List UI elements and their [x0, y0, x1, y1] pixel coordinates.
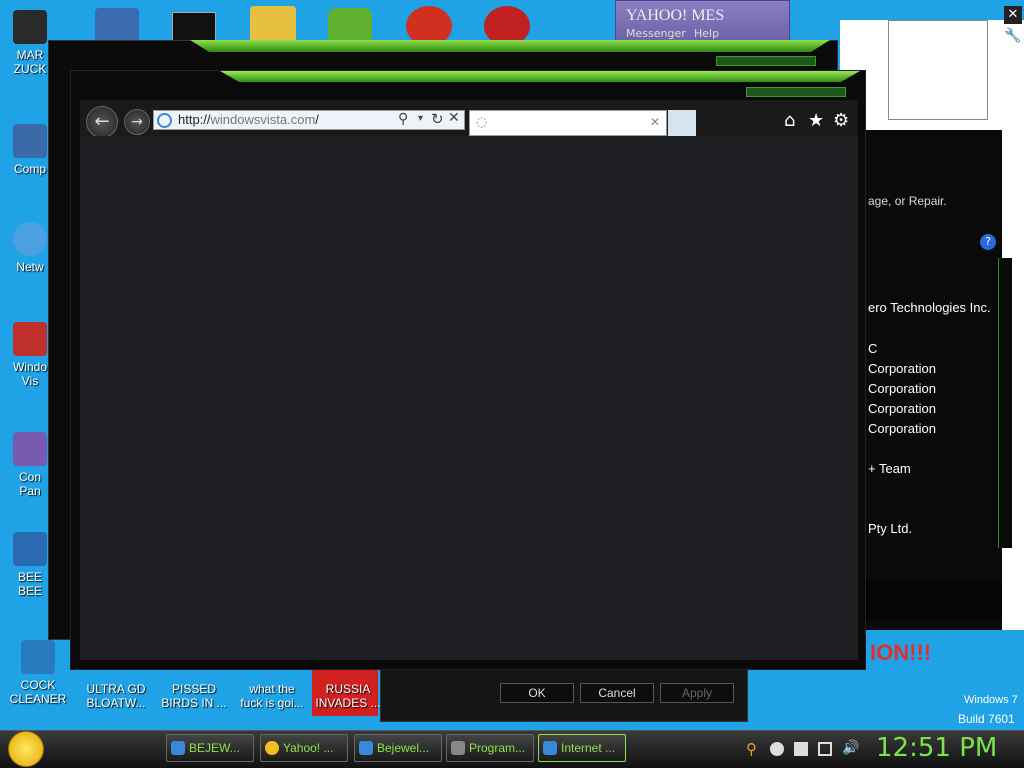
desktop-icon[interactable]: PISSED BIRDS IN ...	[154, 682, 234, 710]
desktop-icon-label: PISSED BIRDS IN ...	[161, 682, 227, 710]
razer-logo	[862, 580, 1002, 620]
desktop-icon-top-3[interactable]	[250, 6, 296, 44]
desktop-icon-label: what the fuck is goi...	[240, 682, 304, 710]
desktop-icon[interactable]: COCK CLEANER	[0, 640, 78, 706]
obama-ad	[888, 20, 988, 120]
windows-version: Windows 7	[964, 694, 1018, 706]
dropdown-arrow-icon[interactable]: ▾	[418, 113, 423, 124]
taskbar-item[interactable]: BEJEW...	[166, 734, 254, 762]
desktop-icon-image	[13, 532, 47, 566]
taskbar-item-label: Yahoo! ...	[283, 741, 334, 755]
desktop-icon-image	[13, 124, 47, 158]
right-app-close-icon[interactable]: ✕	[1004, 6, 1022, 24]
url-prefix: http://	[178, 112, 211, 127]
taskbar-item-label: Internet ...	[561, 741, 616, 755]
vendor-label: Corporation	[868, 361, 936, 376]
vendor-label: C	[868, 341, 878, 356]
desktop-icon-label: COCK CLEANER	[9, 678, 67, 706]
taskbar-item-icon	[543, 741, 557, 755]
taskbar-item-label: BEJEW...	[189, 741, 240, 755]
home-icon[interactable]: ⌂	[784, 110, 795, 131]
taskbar-item-icon	[171, 741, 185, 755]
desktop-icon[interactable]: RUSSIA INVADES ...	[308, 682, 388, 710]
tab-close-icon[interactable]: ✕	[650, 115, 660, 129]
right-app-scrollbar[interactable]	[998, 258, 1012, 548]
desktop-icon[interactable]: what the fuck is goi...	[232, 682, 312, 710]
taskbar-item-label: Program...	[469, 741, 526, 755]
url-suffix: /	[315, 112, 319, 127]
vendor-label: + Team	[868, 461, 911, 476]
right-app-wrench-icon[interactable]: 🔧	[1004, 28, 1022, 46]
apply-button[interactable]: Apply	[660, 683, 734, 703]
desktop-icon[interactable]: ULTRA GD BLOATW...	[76, 682, 156, 710]
browser-tab[interactable]: ◌ ✕	[469, 110, 667, 136]
back-arrow-icon: ←	[94, 111, 110, 132]
right-app-text: age, or Repair.	[868, 194, 947, 208]
taskbar-item[interactable]: Bejewel...	[354, 734, 442, 762]
start-button-smiley-icon[interactable]	[8, 731, 44, 767]
yahoo-title: YAHOO! MES	[626, 7, 725, 24]
tray-flag-icon[interactable]	[794, 742, 808, 756]
yahoo-menu-help[interactable]: Help	[694, 27, 719, 40]
yahoo-messenger-window[interactable]: YAHOO! MES Messenger Help	[615, 0, 790, 44]
windows-build: Build 7601	[958, 712, 1015, 726]
tray-volume-icon[interactable]: 🔊	[842, 740, 859, 756]
loading-icon: ◌	[476, 115, 488, 130]
desktop-icon-image	[13, 222, 47, 256]
forward-arrow-icon: →	[131, 114, 143, 130]
taskbar-item[interactable]: Program...	[446, 734, 534, 762]
desktop-icon-label: ULTRA GD BLOATW...	[86, 682, 146, 710]
url-domain: windowsvista.com	[210, 112, 316, 127]
vendor-label: Corporation	[868, 421, 936, 436]
taskbar-item-icon	[359, 741, 373, 755]
cancel-button[interactable]: Cancel	[580, 683, 654, 703]
desktop-icon-image	[21, 640, 55, 674]
background-window-titlebar	[190, 40, 830, 52]
favorites-star-icon[interactable]: ★	[808, 110, 824, 131]
tray-search-icon[interactable]: ⚲	[746, 740, 757, 758]
taskbar-clock[interactable]: 12:51 PM	[876, 733, 997, 763]
back-button[interactable]: ←	[86, 106, 118, 138]
stop-icon[interactable]: ✕	[448, 110, 460, 126]
browser-content-area[interactable]	[80, 136, 858, 660]
settings-gear-icon[interactable]: ⚙	[833, 110, 849, 131]
vendor-label: Corporation	[868, 381, 936, 396]
desktop-icon-image	[13, 10, 47, 44]
new-tab-button[interactable]	[668, 110, 696, 136]
search-icon[interactable]: ⚲	[398, 111, 408, 127]
taskbar-item[interactable]: Yahoo! ...	[260, 734, 348, 762]
right-banner-text: ION!!!	[870, 640, 932, 665]
taskbar-item-icon	[451, 741, 465, 755]
background-window-controls[interactable]	[716, 56, 816, 66]
ie-page-icon	[157, 113, 172, 128]
forward-button[interactable]: →	[124, 109, 150, 135]
taskbar-item-active[interactable]: Internet ...	[538, 734, 626, 762]
ok-button[interactable]: OK	[500, 683, 574, 703]
tray-messenger-icon[interactable]	[770, 742, 784, 756]
desktop-icon-image	[13, 322, 47, 356]
vendor-label: Pty Ltd.	[868, 521, 913, 536]
tray-network-icon[interactable]	[818, 742, 832, 756]
taskbar-item-label: Bejewel...	[377, 741, 430, 755]
refresh-icon[interactable]: ↻	[431, 110, 444, 128]
desktop-icon-label: RUSSIA INVADES ...	[315, 682, 381, 710]
browser-window-controls[interactable]	[746, 87, 846, 97]
yahoo-menu-messenger[interactable]: Messenger	[626, 27, 686, 40]
desktop-icon-image	[13, 432, 47, 466]
browser-titlebar	[220, 71, 860, 82]
help-icon[interactable]: ?	[980, 234, 996, 250]
taskbar-item-icon	[265, 741, 279, 755]
vendor-label: Corporation	[868, 401, 936, 416]
vendor-label: ero Technologies Inc.	[868, 300, 991, 315]
